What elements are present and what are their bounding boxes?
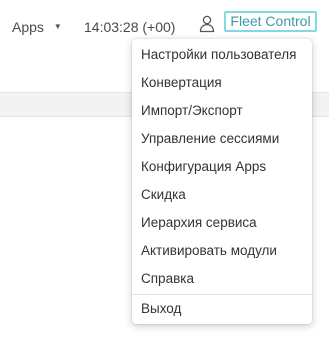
menu-item-conversion[interactable]: Конвертация bbox=[132, 69, 312, 97]
menu-item-session-management[interactable]: Управление сессиями bbox=[132, 125, 312, 153]
menu-item-help[interactable]: Справка bbox=[132, 265, 312, 293]
apps-menu-button[interactable]: Apps ▼ bbox=[12, 17, 62, 37]
app-page: Apps ▼ 14:03:28 (+00) Fleet Control Наст… bbox=[0, 0, 329, 345]
apps-menu-label: Apps bbox=[12, 19, 44, 35]
menu-item-import-export[interactable]: Импорт/Экспорт bbox=[132, 97, 312, 125]
caret-down-icon: ▼ bbox=[53, 22, 62, 31]
clock-display: 14:03:28 (+00) bbox=[84, 19, 176, 35]
user-menu-dropdown: Настройки пользователя Конвертация Импор… bbox=[132, 39, 312, 324]
menu-item-discount[interactable]: Скидка bbox=[132, 181, 312, 209]
user-icon[interactable] bbox=[199, 15, 215, 33]
menu-item-apps-configuration[interactable]: Конфигурация Apps bbox=[132, 153, 312, 181]
product-badge: Fleet Control bbox=[224, 11, 317, 32]
menu-item-service-hierarchy[interactable]: Иерархия сервиса bbox=[132, 209, 312, 237]
menu-item-logout[interactable]: Выход bbox=[132, 295, 312, 323]
menu-item-activate-modules[interactable]: Активировать модули bbox=[132, 237, 312, 265]
menu-item-user-settings[interactable]: Настройки пользователя bbox=[132, 41, 312, 69]
